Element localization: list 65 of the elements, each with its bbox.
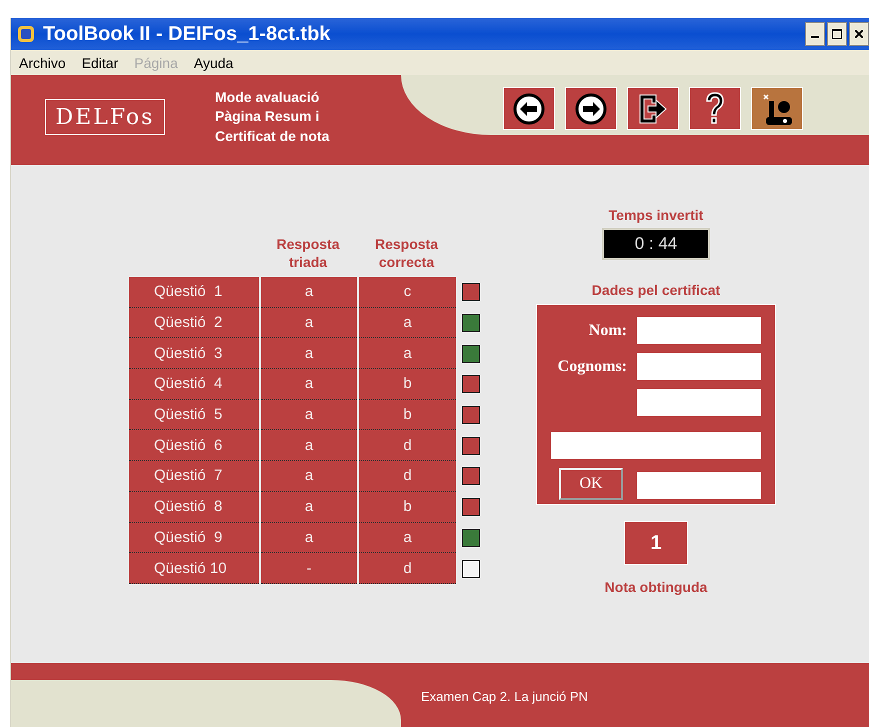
- answer-cell: a: [261, 308, 357, 338]
- ok-button[interactable]: OK: [559, 468, 623, 500]
- question-mark-icon: [704, 90, 726, 126]
- surname-field[interactable]: [637, 353, 761, 380]
- toolbar-button[interactable]: [627, 87, 679, 130]
- certificate-title: Dades pel certificat: [592, 282, 720, 298]
- column-header: Resposta triada: [275, 235, 341, 272]
- question-cell: Qüestió 9: [129, 522, 259, 554]
- answer-cell: a: [261, 461, 357, 492]
- minimize-button[interactable]: [805, 22, 825, 46]
- close-button[interactable]: [849, 22, 869, 46]
- answer-cell: a: [359, 308, 456, 338]
- grade-label: Nota obtinguda: [604, 579, 708, 595]
- footer-text: Examen Cap 2. La junció PN: [421, 689, 588, 704]
- answer-cell: a: [359, 338, 456, 370]
- answer-cell: d: [359, 461, 456, 492]
- answer-cell: a: [261, 430, 357, 462]
- answer-cell: a: [261, 338, 357, 370]
- question-cell: Qüestió 7: [129, 461, 259, 492]
- answer-cell: a: [261, 492, 357, 522]
- input-field[interactable]: [637, 472, 761, 500]
- answer-cell: a: [261, 400, 357, 430]
- question-cell: Qüestió 1: [129, 277, 259, 308]
- answer-cell: -: [261, 553, 357, 584]
- answer-cell: a: [261, 277, 357, 308]
- column-header: Resposta correcta: [374, 235, 440, 272]
- toolbar-button[interactable]: [689, 87, 741, 130]
- answer-cell: a: [261, 522, 357, 554]
- menu-item[interactable]: Archivo: [19, 54, 66, 70]
- name-field[interactable]: [637, 317, 761, 344]
- answer-cell: d: [359, 430, 456, 462]
- logo: DELFos: [45, 99, 165, 135]
- window-title: ToolBook II - DEIFos_1-8ct.tbk: [43, 22, 330, 46]
- grade-value: 1: [624, 521, 688, 565]
- name-label: Nom:: [588, 321, 627, 340]
- timer-display: 0 : 44: [602, 228, 710, 260]
- timer-label: Temps invertit: [608, 207, 704, 223]
- answer-cell: c: [359, 277, 456, 308]
- maximize-button[interactable]: [827, 22, 847, 46]
- question-cell: Qüestió 10: [129, 553, 259, 584]
- exit-icon: [638, 92, 668, 124]
- question-cell: Qüestió 2: [129, 308, 259, 338]
- input-field[interactable]: [551, 432, 761, 459]
- maximize-icon: [832, 29, 842, 39]
- answer-cell: b: [359, 492, 456, 522]
- answer-cell: a: [359, 522, 456, 554]
- answer-cell: b: [359, 369, 456, 400]
- surname-label: Cognoms:: [556, 357, 627, 376]
- toolbar-button[interactable]: [751, 87, 803, 130]
- menu-item[interactable]: Editar: [82, 54, 118, 70]
- question-cell: Qüestió 6: [129, 430, 259, 462]
- toolbar-button[interactable]: [503, 87, 555, 130]
- question-cell: Qüestió 8: [129, 492, 259, 522]
- question-cell: Qüestió 5: [129, 400, 259, 430]
- app-icon: [17, 25, 35, 43]
- menu-item[interactable]: Ayuda: [194, 54, 234, 70]
- toolbar-button[interactable]: [565, 87, 617, 130]
- question-cell: Qüestió 3: [129, 338, 259, 370]
- answer-cell: d: [359, 553, 456, 584]
- close-icon: [855, 30, 863, 38]
- surname-field[interactable]: [637, 389, 761, 416]
- question-cell: Qüestió 4: [129, 369, 259, 400]
- answer-cell: b: [359, 400, 456, 430]
- answer-cell: a: [261, 369, 357, 400]
- page-caption: Mode avaluació Pàgina Resum i Certificat de nota: [215, 88, 330, 146]
